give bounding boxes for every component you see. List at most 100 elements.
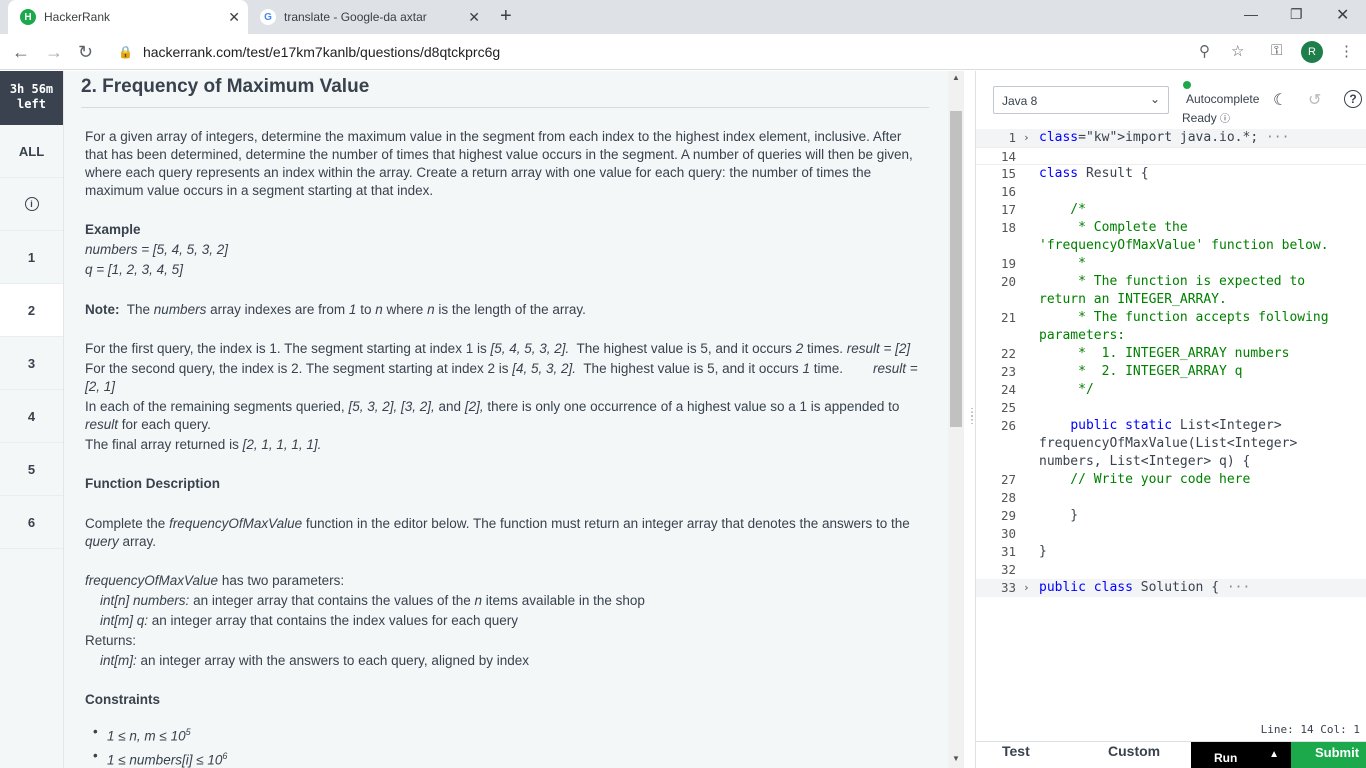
code-line[interactable]: 30 [976, 525, 1366, 543]
menu-kebab-icon[interactable]: ⋮ [1339, 42, 1354, 60]
tab-google[interactable]: G translate - Google-da axtar ✕ [248, 0, 488, 34]
line-number: 21 [1000, 310, 1016, 325]
example-numbers: numbers = [5, 4, 5, 3, 2] [85, 242, 228, 257]
code-line[interactable]: 21 * The function accepts following [976, 309, 1366, 327]
minimize-icon[interactable]: — [1244, 6, 1258, 22]
exponent: 6 [222, 751, 228, 761]
code-editor-panel: Java 8 ⌄ Autocomplete Ready ⓘ ☾ ↺ ? 1 › cl… [976, 71, 1366, 768]
sidebar-item-question-2[interactable]: 2 [0, 284, 63, 337]
problem-panel: 2. Frequency of Maximum Value For a give… [64, 71, 948, 768]
code-line[interactable]: 33 › public class Solution { ··· [976, 579, 1366, 597]
code-line[interactable]: frequencyOfMaxValue(List<Integer> [976, 435, 1366, 453]
custom-tab[interactable]: Custom [1108, 743, 1160, 759]
cursor-position: Line: 14 Col: 1 [1260, 723, 1360, 736]
zoom-search-icon[interactable]: ⚲ [1199, 42, 1210, 60]
note-italic: 1 [348, 302, 357, 317]
timer-line1: 3h 56m [9, 82, 54, 96]
sidebar-item-question-3[interactable]: 3 [0, 337, 63, 390]
sidebar-item-question-1[interactable]: 1 [0, 231, 63, 284]
code-line[interactable]: 20 * The function is expected to [976, 273, 1366, 291]
close-tab-icon[interactable]: ✕ [228, 9, 240, 26]
tab-hackerrank[interactable]: H HackerRank ✕ [8, 0, 248, 34]
moon-theme-icon[interactable]: ☾ [1273, 90, 1287, 110]
sidebar-item-question-6[interactable]: 6 [0, 496, 63, 549]
code-line[interactable]: 17 /* [976, 201, 1366, 219]
text: The highest value is 5, and it occurs [576, 341, 792, 356]
code-line[interactable]: 1 › class="kw">import java.io.*; ··· [976, 129, 1366, 147]
note-label: Note: [85, 302, 120, 317]
timer-line2: left [17, 97, 46, 111]
fold-chevron-icon[interactable]: › [1023, 129, 1030, 147]
key-icon[interactable]: ⚿ [1271, 42, 1282, 59]
line-number: 25 [1000, 400, 1016, 415]
text: an integer array that contains the index… [151, 613, 519, 628]
sidebar-item-info[interactable]: i [0, 178, 63, 231]
restore-icon[interactable]: ❐ [1290, 6, 1303, 23]
autocomplete-toggle[interactable]: Autocomplete [1186, 92, 1259, 106]
url-field[interactable]: 🔒 hackerrank.com/test/e17km7kanlb/questi… [110, 38, 1260, 66]
back-arrow-icon[interactable]: ← [12, 42, 30, 63]
code-text: } [1039, 544, 1047, 559]
title-divider [81, 107, 929, 108]
remaining-explanation: In each of the remaining segments querie… [85, 398, 925, 434]
code-line[interactable]: return an INTEGER_ARRAY. [976, 291, 1366, 309]
text-italic: int[n] numbers: [100, 593, 190, 608]
code-line[interactable]: 31} [976, 543, 1366, 561]
function-description-heading: Function Description [85, 476, 220, 491]
panel-resize-handle[interactable]: ⋮⋮⋮⋮⋮⋮ [964, 71, 988, 768]
profile-avatar[interactable]: R [1301, 41, 1323, 63]
sidebar-item-all[interactable]: ALL [0, 125, 63, 178]
code-line[interactable]: 27 // Write your code here [976, 471, 1366, 489]
test-tab[interactable]: Test [1002, 743, 1030, 759]
reload-icon[interactable]: ↻ [78, 42, 93, 63]
example-q: q = [1, 2, 3, 4, 5] [85, 262, 183, 277]
code-line[interactable]: 15 class Result { [976, 165, 1366, 183]
sidebar-item-question-4[interactable]: 4 [0, 390, 63, 443]
code-text: public static List<Integer> [1070, 418, 1282, 433]
code-line[interactable]: 24 */ [976, 381, 1366, 399]
text: has two parameters: [221, 573, 345, 588]
lock-icon: 🔒 [118, 45, 133, 59]
code-text: frequencyOfMaxValue(List<Integer> [1039, 436, 1298, 451]
scroll-up-icon[interactable]: ▲ [952, 73, 960, 82]
sidebar-item-question-5[interactable]: 5 [0, 443, 63, 496]
code-line[interactable]: 25 [976, 399, 1366, 417]
code-line[interactable]: 26 public static List<Integer> [976, 417, 1366, 435]
submit-button[interactable]: Submit [1291, 742, 1366, 768]
language-select[interactable]: Java 8 ⌄ [993, 86, 1169, 114]
code-line[interactable]: numbers, List<Integer> q) { [976, 453, 1366, 471]
fold-chevron-icon[interactable]: › [1023, 579, 1030, 597]
code-text: */ [1039, 382, 1094, 397]
text: an integer array that contains the value… [193, 593, 471, 608]
text: time. [813, 361, 843, 376]
code-line[interactable]: 16 [976, 183, 1366, 201]
history-icon[interactable]: ↺ [1308, 90, 1321, 110]
star-bookmark-icon[interactable]: ☆ [1231, 42, 1244, 60]
code-line[interactable]: 'frequencyOfMaxValue' function below. [976, 237, 1366, 255]
scroll-down-icon[interactable]: ▼ [952, 754, 960, 763]
new-tab-plus-icon[interactable]: + [500, 5, 512, 28]
scroll-thumb[interactable] [950, 111, 962, 427]
language-value: Java 8 [1002, 94, 1038, 108]
forward-arrow-icon[interactable]: → [45, 42, 63, 63]
code-line[interactable]: 28 [976, 489, 1366, 507]
run-button[interactable]: Run ▲ [1191, 742, 1291, 768]
code-line[interactable]: 14 [976, 147, 1366, 165]
question-sidebar: 3h 56m left ALL i 1 2 3 4 5 6 [0, 71, 64, 768]
code-line[interactable]: 18 * Complete the [976, 219, 1366, 237]
chevron-down-icon: ⌄ [1149, 92, 1160, 106]
note-text: is the length of the array. [438, 302, 586, 317]
close-tab-icon[interactable]: ✕ [468, 9, 480, 26]
address-bar: ← → ↻ 🔒 hackerrank.com/test/e17km7kanlb/… [0, 34, 1366, 70]
code-line[interactable]: 22 * 1. INTEGER_ARRAY numbers [976, 345, 1366, 363]
code-line[interactable]: parameters: [976, 327, 1366, 345]
code-line[interactable]: 19 * [976, 255, 1366, 273]
problem-scrollbar[interactable]: ▲ ▼ [948, 71, 964, 768]
help-icon[interactable]: ? [1344, 90, 1362, 108]
window-close-icon[interactable]: ✕ [1336, 5, 1349, 25]
line-number: 17 [1000, 202, 1016, 217]
code-line[interactable]: 23 * 2. INTEGER_ARRAY q [976, 363, 1366, 381]
code-line[interactable]: 29 } [976, 507, 1366, 525]
caret-up-icon[interactable]: ▲ [1269, 749, 1279, 760]
code-line[interactable]: 32 [976, 561, 1366, 579]
